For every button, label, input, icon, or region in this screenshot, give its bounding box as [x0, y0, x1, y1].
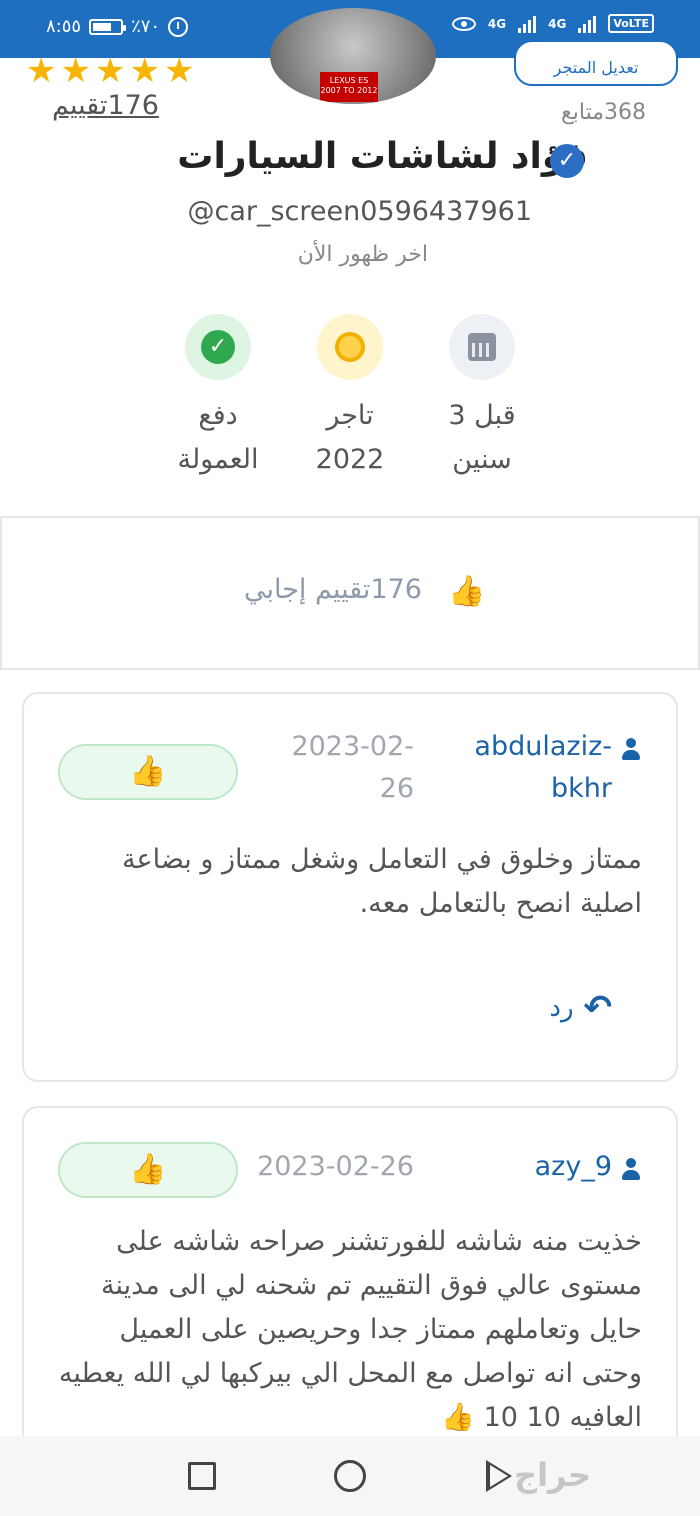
positive-ratings-text: 176تقييم إجابي	[243, 574, 422, 605]
last-seen-status: اخر ظهور الأن	[297, 242, 428, 267]
star-icon: ★	[129, 51, 164, 91]
date-line1: 2023-02-26	[257, 1151, 414, 1182]
status-left: ٨:٥٥ ٪٧٠	[46, 16, 189, 37]
positive-ratings-summary[interactable]: 👍 176تقييم إجابي	[0, 516, 700, 670]
calendar-icon	[449, 314, 515, 380]
review-text: خذيت منه شاشه للفورتشنر صراحه شاشه على م…	[58, 1220, 642, 1440]
date-line1: 2023-02-	[291, 731, 414, 762]
system-nav-bar: حراج	[0, 1436, 700, 1516]
reply-label: رد	[549, 993, 574, 1023]
medal-icon	[317, 314, 383, 380]
battery-percent: ٪٧٠	[131, 16, 161, 37]
review-date: 2023-02-26	[257, 1146, 414, 1188]
signal-icon-1	[518, 15, 537, 33]
reply-arrow-icon: ↶	[583, 988, 613, 1028]
badge-label-line2: العمولة	[177, 444, 259, 475]
volte-badge: VoLTE	[608, 14, 654, 33]
battery-icon	[89, 18, 127, 35]
badge-label: قبل 3 سنين	[412, 394, 552, 482]
back-button[interactable]	[486, 1460, 512, 1492]
avatar-tag: LEXUS ES 2007 TO 2012	[320, 72, 378, 102]
store-avatar[interactable]: LEXUS ES 2007 TO 2012	[270, 8, 436, 104]
username-line1: azy_9	[534, 1151, 612, 1182]
ratings-count-link[interactable]: 176تقييم	[52, 90, 159, 121]
recent-apps-button[interactable]	[188, 1462, 216, 1490]
username-line1: abdulaziz-	[474, 731, 612, 762]
network-type-1: 4G	[487, 16, 507, 31]
like-vote-button[interactable]: 👍	[58, 1142, 238, 1198]
star-icon: ★	[60, 51, 95, 91]
verified-check-icon: ✓	[550, 144, 584, 178]
badge-label-line2: سنين	[452, 444, 512, 475]
badge-merchant: تاجر 2022	[280, 314, 420, 482]
followers-count[interactable]: 368متابع	[561, 100, 646, 125]
like-vote-button[interactable]: 👍	[58, 744, 238, 800]
eye-comfort-icon	[451, 16, 476, 31]
home-button[interactable]	[334, 1460, 366, 1492]
status-right: 4G 4G VoLTE	[451, 14, 654, 33]
username-line2: bkhr	[551, 773, 612, 804]
signal-icon-2	[578, 15, 597, 33]
review-date: 2023-02- 26	[291, 726, 414, 810]
edit-store-button[interactable]: تعديل المتجر	[514, 40, 678, 86]
reply-button[interactable]: ↶ رد	[549, 988, 612, 1028]
store-handle: @car_screen0596437961	[187, 196, 532, 227]
watermark-logo: حراج	[514, 1456, 591, 1494]
review-text: ممتاز وخلوق في التعامل وشغل ممتاز و بضاع…	[122, 844, 642, 919]
review-username[interactable]: azy_9	[535, 1146, 642, 1188]
badge-label-line1: دفع	[198, 400, 238, 431]
network-type-2: 4G	[548, 16, 567, 31]
date-line2: 26	[379, 773, 414, 804]
star-icon: ★	[94, 51, 130, 91]
clock: ٨:٥٥	[46, 16, 82, 37]
verified-seal-icon: ✓	[185, 314, 251, 380]
badge-commission-paid: ✓ دفع العمولة	[148, 314, 288, 482]
review-card: abdulaziz- bkhr 2023-02- 26 👍 ممتاز وخلو…	[22, 692, 678, 1082]
review-text-content: خذيت منه شاشه للفورتشنر صراحه شاشه على م…	[58, 1226, 642, 1433]
badge-label: تاجر 2022	[280, 394, 420, 482]
badge-label-line2: 2022	[315, 444, 385, 475]
store-name: فؤاد لشاشات السيارات	[177, 136, 588, 177]
review-username[interactable]: abdulaziz- bkhr	[474, 726, 642, 810]
thumbs-up-emoji-icon: 👍	[441, 1402, 475, 1433]
badge-membership-age: قبل 3 سنين	[412, 314, 552, 482]
star-icon: ★	[26, 51, 61, 91]
alarm-icon	[168, 16, 189, 37]
badge-label: دفع العمولة	[148, 394, 288, 482]
thumbs-up-icon: 👍	[448, 574, 486, 609]
battery-fill	[93, 22, 112, 31]
badge-label-line1: تاجر	[326, 400, 374, 431]
badge-label-line1: قبل 3	[448, 400, 516, 431]
star-icon: ★	[163, 51, 199, 91]
rating-stars: ★★★★★	[26, 54, 198, 88]
